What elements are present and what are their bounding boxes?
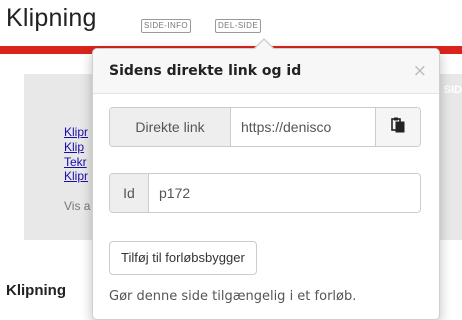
popover-arrow-inner (255, 40, 273, 49)
panel-hint-text: SID (443, 84, 462, 96)
del-side-button[interactable]: DEL-SIDE (215, 19, 262, 33)
help-text: Gør denne side tilgængelig i et forløb. (109, 289, 357, 304)
copy-link-button[interactable] (375, 108, 420, 146)
background-vis-text: Vis a (64, 199, 91, 213)
popover-header: Sidens direkte link og id × (93, 49, 439, 94)
add-to-course-builder-button[interactable]: Tilføj til forløbsbygger (109, 241, 257, 275)
popover-title: Sidens direkte link og id (109, 63, 302, 79)
section-heading: Klipning (6, 282, 66, 299)
background-link-1[interactable]: Klipr (64, 125, 88, 139)
id-group: Id (109, 173, 421, 213)
clipboard-copy-icon (391, 117, 405, 138)
direct-link-group: Direkte link (109, 107, 421, 147)
background-link-3[interactable]: Tekr (64, 155, 87, 169)
id-label: Id (110, 174, 149, 212)
background-link-2[interactable]: Klip (64, 140, 84, 154)
id-input[interactable] (149, 174, 420, 212)
direct-link-input[interactable] (231, 108, 375, 146)
close-icon[interactable]: × (413, 61, 427, 81)
direct-link-label: Direkte link (110, 108, 231, 146)
page-link-popover: Sidens direkte link og id × Direkte link… (92, 48, 440, 320)
page-title: Klipning (6, 4, 97, 32)
side-info-button[interactable]: SIDE-INFO (141, 19, 192, 33)
background-link-4[interactable]: Klipr (64, 169, 88, 183)
